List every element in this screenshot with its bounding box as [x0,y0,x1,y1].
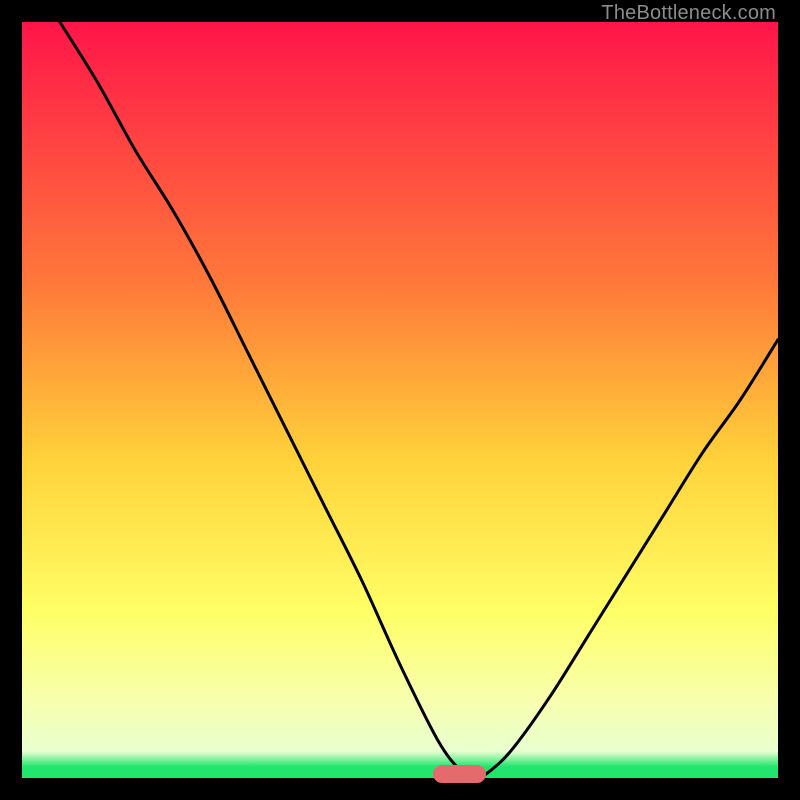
optimum-marker [433,765,486,783]
bottleneck-curve [22,22,778,778]
curve-path [60,22,778,778]
watermark-text: TheBottleneck.com [601,2,776,25]
plot-area [22,22,778,778]
chart-frame [22,22,778,778]
